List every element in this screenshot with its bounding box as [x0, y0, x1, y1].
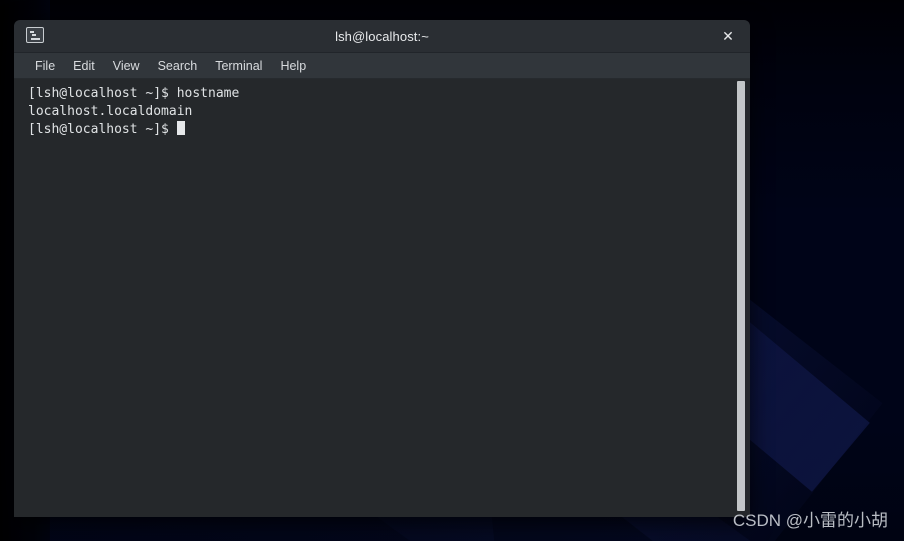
terminal-line: localhost.localdomain	[28, 104, 193, 119]
menu-item-edit[interactable]: Edit	[64, 56, 104, 76]
window-title: lsh@localhost:~	[335, 28, 429, 44]
menu-item-help[interactable]: Help	[271, 56, 315, 76]
terminal-screen[interactable]: [lsh@localhost ~]$ hostname localhost.loc…	[14, 79, 750, 517]
terminal-prompt: [lsh@localhost ~]$	[28, 122, 177, 137]
terminal-output: [lsh@localhost ~]$ hostname localhost.loc…	[28, 85, 728, 139]
window-titlebar[interactable]: lsh@localhost:~ ✕	[14, 20, 750, 53]
menu-item-file[interactable]: File	[26, 56, 64, 76]
watermark: CSDN @小雷的小胡	[732, 511, 888, 530]
terminal-line: [lsh@localhost ~]$ hostname	[28, 86, 240, 101]
terminal-cursor	[176, 121, 185, 135]
terminal-window: lsh@localhost:~ ✕ File Edit View Search …	[14, 20, 750, 517]
menu-item-view[interactable]: View	[104, 56, 149, 76]
menu-item-terminal[interactable]: Terminal	[206, 56, 271, 76]
menu-item-search[interactable]: Search	[149, 56, 207, 76]
desktop: lsh@localhost:~ ✕ File Edit View Search …	[0, 0, 904, 541]
terminal-line-current: [lsh@localhost ~]$	[28, 121, 728, 139]
menu-bar: File Edit View Search Terminal Help	[14, 53, 750, 79]
terminal-icon	[26, 27, 44, 43]
close-button[interactable]: ✕	[716, 20, 740, 52]
terminal-scrollbar-thumb[interactable]	[737, 81, 745, 511]
